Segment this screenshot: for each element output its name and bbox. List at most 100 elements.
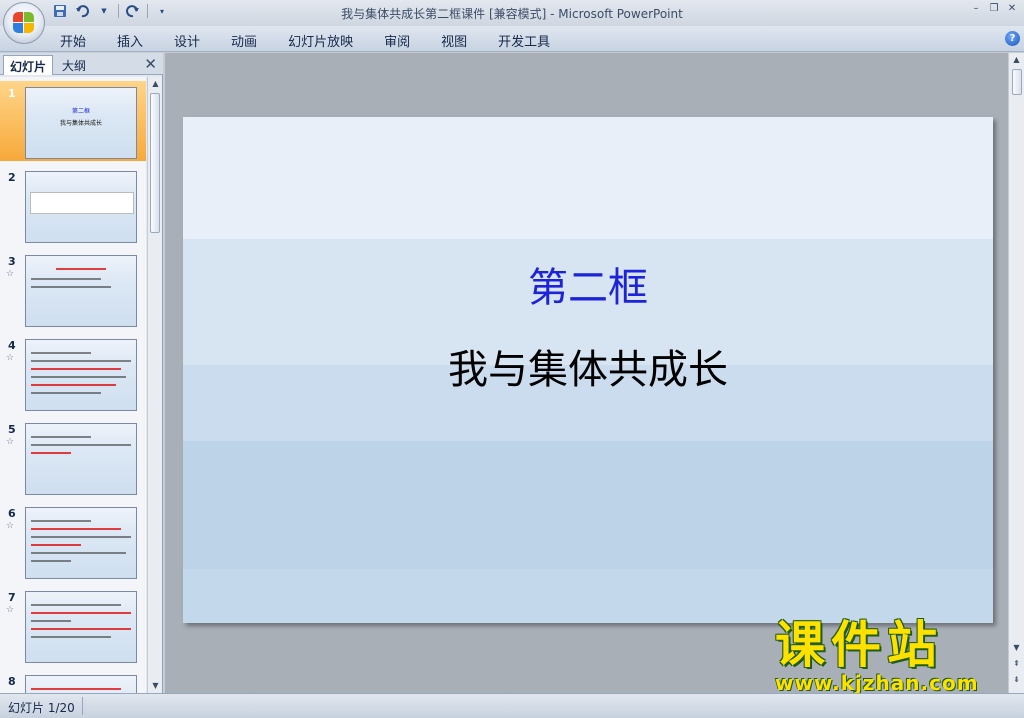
panel-tabs: 幻灯片 大纲 ✕ bbox=[0, 53, 163, 75]
watermark-url: www.kjzhan.com bbox=[775, 671, 979, 695]
thumbnail-text bbox=[31, 636, 111, 638]
thumbnail-text bbox=[31, 552, 126, 554]
tab-insert[interactable]: 插入 bbox=[117, 31, 143, 50]
animation-icon: ☆ bbox=[6, 521, 15, 531]
thumbnail-text bbox=[56, 268, 106, 270]
tab-outline[interactable]: 大纲 bbox=[56, 55, 92, 75]
scroll-down-icon[interactable]: ▼ bbox=[148, 679, 163, 693]
thumbnail-image: 第二框 我与集体共成长 bbox=[25, 87, 137, 159]
slide-subtitle[interactable]: 我与集体共成长 bbox=[183, 337, 993, 395]
thumbnail-text bbox=[31, 444, 131, 446]
thumbnail-image bbox=[25, 675, 137, 693]
slide-scrollbar[interactable]: ▲ ▼ ⇞ ⇟ bbox=[1008, 53, 1024, 693]
thumbnail-text bbox=[31, 688, 121, 690]
slide-number: 7 bbox=[8, 591, 16, 604]
slide-number: 8 bbox=[8, 675, 16, 688]
scrollbar-thumb[interactable] bbox=[150, 93, 160, 233]
thumbnail-image bbox=[25, 591, 137, 663]
slide-thumbnail-8[interactable]: 8 bbox=[0, 669, 146, 693]
slide-number: 6 bbox=[8, 507, 16, 520]
thumbnail-text bbox=[31, 604, 121, 606]
slide-thumbnail-7[interactable]: 7 ☆ bbox=[0, 585, 146, 665]
thumbnail-image bbox=[25, 255, 137, 327]
scroll-up-icon[interactable]: ▲ bbox=[148, 77, 163, 91]
slide-number: 4 bbox=[8, 339, 16, 352]
thumbnail-image bbox=[25, 507, 137, 579]
thumbnail-text bbox=[31, 368, 121, 370]
window-controls: – ❐ ✕ bbox=[968, 2, 1020, 16]
slide-thumbnail-2[interactable]: 2 bbox=[0, 165, 146, 245]
thumbnail-text bbox=[31, 384, 116, 386]
help-icon[interactable]: ? bbox=[1005, 31, 1020, 46]
slide-canvas[interactable]: 第二框 我与集体共成长 bbox=[183, 117, 993, 623]
thumbnail-list: 1 第二框 我与集体共成长 2 3 ☆ 4 ☆ 5 ☆ 6 ☆ 7 ☆ 8 bbox=[0, 77, 146, 693]
slide-thumbnail-6[interactable]: 6 ☆ bbox=[0, 501, 146, 581]
slide-number: 2 bbox=[8, 171, 16, 184]
tab-slides[interactable]: 幻灯片 bbox=[3, 55, 54, 75]
tab-slideshow[interactable]: 幻灯片放映 bbox=[288, 31, 353, 50]
slide-editor: 第二框 我与集体共成长 bbox=[165, 53, 1008, 693]
thumbnail-text bbox=[31, 352, 91, 354]
close-icon[interactable]: ✕ bbox=[1004, 2, 1020, 16]
thumbnail-text bbox=[31, 528, 121, 530]
thumbnail-text bbox=[31, 436, 91, 438]
ribbon-tabs: 开始 插入 设计 动画 幻灯片放映 审阅 视图 开发工具 bbox=[60, 31, 581, 50]
thumbnail-text bbox=[31, 620, 71, 622]
thumbnail-text bbox=[31, 560, 71, 562]
thumbnail-text bbox=[31, 286, 111, 288]
thumbnail-subtitle: 我与集体共成长 bbox=[59, 120, 102, 127]
slide-band bbox=[183, 441, 993, 569]
scrollbar-thumb[interactable] bbox=[1012, 69, 1022, 95]
office-button[interactable] bbox=[3, 2, 45, 44]
thumbnail-table bbox=[30, 192, 134, 214]
thumbnail-text bbox=[31, 612, 131, 614]
thumbnail-text bbox=[31, 544, 81, 546]
previous-slide-icon[interactable]: ⇞ bbox=[1009, 657, 1024, 671]
watermark-logo-text: 课件站 bbox=[775, 616, 943, 674]
thumbnail-text bbox=[31, 520, 91, 522]
animation-icon: ☆ bbox=[6, 353, 15, 363]
animation-icon: ☆ bbox=[6, 437, 15, 447]
window-title: 我与集体共成长第二框课件 [兼容模式] - Microsoft PowerPoi… bbox=[341, 7, 683, 21]
animation-icon: ☆ bbox=[6, 605, 15, 615]
thumbnail-image bbox=[25, 339, 137, 411]
ribbon-tab-bar: 开始 插入 设计 动画 幻灯片放映 审阅 视图 开发工具 ? bbox=[0, 26, 1024, 52]
status-bar: 幻灯片 1/20 bbox=[0, 693, 1024, 718]
thumbnail-text bbox=[31, 376, 126, 378]
tab-home[interactable]: 开始 bbox=[60, 31, 86, 50]
thumbnail-text bbox=[31, 392, 101, 394]
slide-number: 1 bbox=[8, 87, 16, 100]
close-icon[interactable]: ✕ bbox=[144, 55, 157, 73]
scroll-down-icon[interactable]: ▼ bbox=[1009, 641, 1024, 655]
slide-number: 5 bbox=[8, 423, 16, 436]
scroll-up-icon[interactable]: ▲ bbox=[1009, 53, 1024, 67]
thumbnail-text bbox=[31, 360, 131, 362]
slide-thumbnail-1[interactable]: 1 第二框 我与集体共成长 bbox=[0, 81, 146, 161]
slide-thumbnail-3[interactable]: 3 ☆ bbox=[0, 249, 146, 329]
next-slide-icon[interactable]: ⇟ bbox=[1009, 673, 1024, 687]
thumbnail-text bbox=[31, 452, 71, 454]
thumbnail-text bbox=[31, 536, 131, 538]
slide-number: 3 bbox=[8, 255, 16, 268]
thumbnail-scrollbar[interactable]: ▲ ▼ bbox=[147, 77, 162, 693]
slide-thumbnail-4[interactable]: 4 ☆ bbox=[0, 333, 146, 413]
slides-panel: 幻灯片 大纲 ✕ 1 第二框 我与集体共成长 2 3 ☆ 4 ☆ 5 ☆ 6 ☆… bbox=[0, 53, 163, 693]
slide-band bbox=[183, 117, 993, 239]
slide-title[interactable]: 第二框 bbox=[183, 255, 993, 313]
office-logo-icon bbox=[13, 12, 35, 34]
watermark: 课件站 www.kjzhan.com bbox=[775, 618, 1007, 694]
title-bar: ▼ ▾ 我与集体共成长第二框课件 [兼容模式] - Microsoft Powe… bbox=[0, 0, 1024, 44]
minimize-icon[interactable]: – bbox=[968, 2, 984, 16]
thumbnail-text bbox=[31, 628, 131, 630]
thumbnail-image bbox=[25, 171, 137, 243]
animation-icon: ☆ bbox=[6, 269, 15, 279]
tab-review[interactable]: 审阅 bbox=[384, 31, 410, 50]
restore-icon[interactable]: ❐ bbox=[986, 2, 1002, 16]
slide-thumbnail-5[interactable]: 5 ☆ bbox=[0, 417, 146, 497]
tab-design[interactable]: 设计 bbox=[174, 31, 200, 50]
tab-animations[interactable]: 动画 bbox=[231, 31, 257, 50]
thumbnail-image bbox=[25, 423, 137, 495]
tab-developer[interactable]: 开发工具 bbox=[498, 31, 550, 50]
tab-view[interactable]: 视图 bbox=[441, 31, 467, 50]
slide-counter: 幻灯片 1/20 bbox=[8, 701, 75, 715]
